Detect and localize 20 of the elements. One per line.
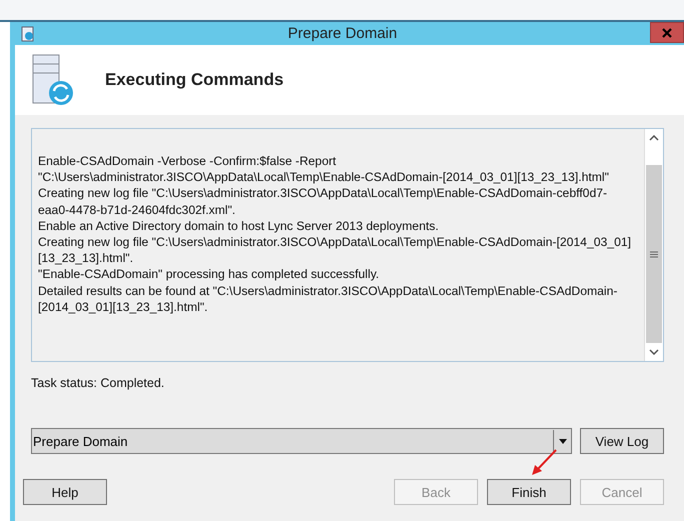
- caret-icon[interactable]: [558, 438, 566, 444]
- window-title: Prepare Domain: [286, 25, 398, 42]
- close-button[interactable]: [650, 22, 684, 43]
- log-line: Creating new log file "C:\Users\administrator.3ISCO\AppData\Local\Temp\Enable-CSAdDomain-[2014_03_01][13_23_13].html".: [38, 234, 632, 266]
- log-line: Detailed results can be found at "C:\Users\administrator.3ISCO\AppData\Local\Temp\Enable-CSAdDomain-[2014_03_01][13_23_13].html".: [38, 282, 618, 316]
- task-status: Task status: Completed.: [31, 376, 166, 390]
- log-line: Creating new log file "C:\Users\administrator.3ISCO\AppData\Local\Temp\Enable-CSAdDomain-cebff0d7-eaa0-4478-b71d-24604fdc302f.xml".: [38, 185, 608, 218]
- header-title: Executing Commands: [105, 70, 284, 90]
- task-dropdown[interactable]: Prepare Domain: [31, 428, 572, 454]
- scrollbar[interactable]: [644, 129, 663, 361]
- dialog-button[interactable]: Finish: [487, 479, 571, 505]
- log-line: Enable-CSAdDomain -Verbose -Confirm:$false -Report "C:\Users\administrator.3ISCO\AppData\Local\Temp\Enable-CSAdDomain-[2014_03_01][13_23_13].html": [38, 153, 610, 186]
- app-icon: [21, 26, 35, 42]
- scroll-thumb[interactable]: [646, 165, 662, 343]
- view-log-button[interactable]: View Log: [580, 428, 664, 454]
- log-line: "Enable-CSAdDomain" processing has completed successfully.: [38, 266, 380, 283]
- log-line: Enable an Active Directory domain to host Lync Server 2013 deployments.: [38, 218, 440, 234]
- dialog-button[interactable]: Help: [23, 479, 107, 505]
- close-icon[interactable]: [662, 28, 672, 38]
- annotation-arrow: [530, 449, 558, 477]
